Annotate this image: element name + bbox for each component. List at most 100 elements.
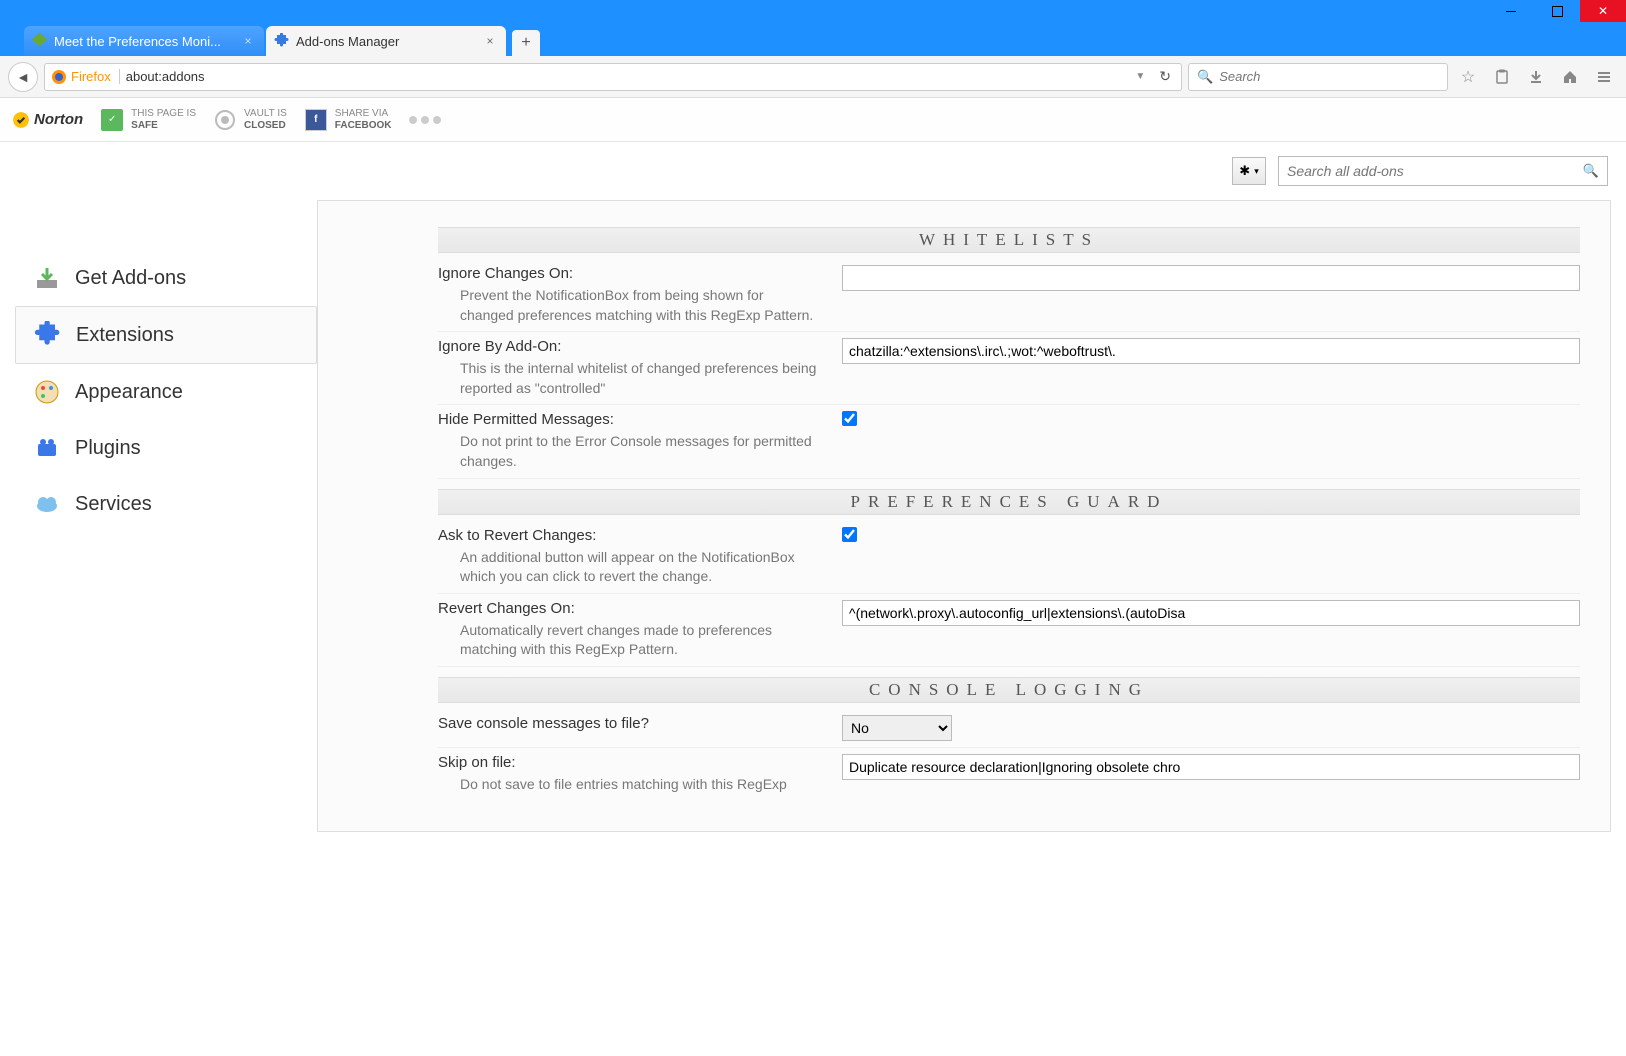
tab-close-button[interactable]: × xyxy=(482,33,498,49)
pref-desc: Automatically revert changes made to pre… xyxy=(438,621,818,660)
window-minimize-button[interactable] xyxy=(1488,0,1534,22)
sidebar-item-appearance[interactable]: Appearance xyxy=(15,364,317,420)
clipboard-icon xyxy=(1494,69,1510,85)
menu-button[interactable] xyxy=(1590,63,1618,91)
norton-logo-text: Norton xyxy=(34,111,83,128)
pref-label: Hide Permitted Messages: xyxy=(438,411,842,428)
tab-label: Add-ons Manager xyxy=(296,34,482,49)
tab-label: Meet the Preferences Moni... xyxy=(54,34,240,49)
pref-label: Revert Changes On: xyxy=(438,600,842,617)
check-icon: ✓ xyxy=(101,109,123,131)
tab-inactive[interactable]: Meet the Preferences Moni... × xyxy=(24,26,264,56)
pref-desc: This is the internal whitelist of change… xyxy=(438,359,818,398)
pref-row-hide-permitted: Hide Permitted Messages: Do not print to… xyxy=(438,405,1580,478)
pref-label: Ask to Revert Changes: xyxy=(438,527,842,544)
revert-on-input[interactable] xyxy=(842,600,1580,626)
vault-icon xyxy=(214,109,236,131)
section-header-console: CONSOLE LOGGING xyxy=(438,677,1580,703)
norton-more-button[interactable] xyxy=(409,116,441,124)
search-icon[interactable]: 🔍 xyxy=(1583,163,1599,179)
pref-desc: Do not print to the Error Console messag… xyxy=(438,432,818,471)
sidebar: Get Add-ons Extensions Appearance Plugin… xyxy=(15,200,317,832)
dropdown-icon: ▾ xyxy=(1254,166,1259,177)
tab-strip: Meet the Preferences Moni... × Add-ons M… xyxy=(0,22,1626,56)
puzzle-icon xyxy=(32,33,48,49)
identity-label: Firefox xyxy=(71,69,120,84)
tab-close-button[interactable]: × xyxy=(240,33,256,49)
sidebar-item-label: Extensions xyxy=(76,324,174,347)
sidebar-item-label: Services xyxy=(75,493,152,516)
palette-icon xyxy=(33,378,61,406)
new-tab-button[interactable]: + xyxy=(512,30,540,56)
tools-gear-button[interactable]: ✱ ▾ xyxy=(1232,157,1266,185)
pref-label: Save console messages to file? xyxy=(438,715,842,732)
pref-desc: Prevent the NotificationBox from being s… xyxy=(438,286,818,325)
pref-row-skip-file: Skip on file: Do not save to file entrie… xyxy=(438,748,1580,801)
hamburger-icon xyxy=(1596,69,1612,85)
pref-label: Skip on file: xyxy=(438,754,842,771)
pref-row-ask-revert: Ask to Revert Changes: An additional but… xyxy=(438,521,1580,594)
puzzle-icon xyxy=(34,321,62,349)
download-icon xyxy=(1528,69,1544,85)
norton-line1: SHARE VIA xyxy=(335,108,392,120)
search-bar[interactable]: 🔍 xyxy=(1188,63,1448,91)
facebook-icon: f xyxy=(305,109,327,131)
home-button[interactable] xyxy=(1556,63,1584,91)
pref-row-ignore-addon: Ignore By Add-On: This is the internal w… xyxy=(438,332,1580,405)
puzzle-icon xyxy=(274,33,290,49)
norton-toolbar: Norton ✓ THIS PAGE IS SAFE VAULT IS CLOS… xyxy=(0,98,1626,142)
norton-vault[interactable]: VAULT IS CLOSED xyxy=(214,108,287,132)
window-close-button[interactable] xyxy=(1580,0,1626,22)
reload-button[interactable]: ↻ xyxy=(1155,68,1175,85)
sidebar-item-extensions[interactable]: Extensions xyxy=(15,306,317,364)
addon-body: Get Add-ons Extensions Appearance Plugin… xyxy=(0,200,1626,832)
addon-search-bar[interactable]: 🔍 xyxy=(1278,156,1608,186)
firefox-icon xyxy=(51,69,67,85)
norton-line1: VAULT IS xyxy=(244,108,287,120)
pref-row-revert-on: Revert Changes On: Automatically revert … xyxy=(438,594,1580,667)
pref-desc: An additional button will appear on the … xyxy=(438,548,818,587)
site-identity[interactable]: Firefox xyxy=(51,69,120,85)
save-file-select[interactable]: No xyxy=(842,715,952,741)
sidebar-item-get-addons[interactable]: Get Add-ons xyxy=(15,250,317,306)
nav-toolbar: ◄ Firefox about:addons ▼ ↻ 🔍 ☆ xyxy=(0,56,1626,98)
url-bar[interactable]: Firefox about:addons ▼ ↻ xyxy=(44,63,1182,91)
pref-label: Ignore By Add-On: xyxy=(438,338,842,355)
pref-label: Ignore Changes On: xyxy=(438,265,842,282)
ignore-changes-input[interactable] xyxy=(842,265,1580,291)
hide-permitted-checkbox[interactable] xyxy=(842,411,857,426)
addon-search-input[interactable] xyxy=(1287,163,1583,179)
norton-line2: FACEBOOK xyxy=(335,120,392,132)
pref-row-save-file: Save console messages to file? No xyxy=(438,709,1580,748)
norton-check-icon xyxy=(12,111,30,129)
back-button[interactable]: ◄ xyxy=(8,62,38,92)
bookmark-star-button[interactable]: ☆ xyxy=(1454,63,1482,91)
pref-row-ignore-changes: Ignore Changes On: Prevent the Notificat… xyxy=(438,259,1580,332)
window-title-bar xyxy=(0,0,1626,22)
preferences-content[interactable]: WHITELISTS Ignore Changes On: Prevent th… xyxy=(317,200,1611,832)
norton-share[interactable]: f SHARE VIA FACEBOOK xyxy=(305,108,392,132)
download-box-icon xyxy=(33,264,61,292)
addon-top-bar: ✱ ▾ 🔍 xyxy=(0,142,1626,200)
norton-line1: THIS PAGE IS xyxy=(131,108,196,120)
norton-logo[interactable]: Norton xyxy=(12,111,83,129)
pref-desc: Do not save to file entries matching wit… xyxy=(438,775,818,795)
tab-active[interactable]: Add-ons Manager × xyxy=(266,26,506,56)
lego-icon xyxy=(33,434,61,462)
ignore-addon-input[interactable] xyxy=(842,338,1580,364)
norton-page-safe[interactable]: ✓ THIS PAGE IS SAFE xyxy=(101,108,196,132)
downloads-button[interactable] xyxy=(1522,63,1550,91)
ask-revert-checkbox[interactable] xyxy=(842,527,857,542)
window-maximize-button[interactable] xyxy=(1534,0,1580,22)
section-header-guard: PREFERENCES GUARD xyxy=(438,489,1580,515)
url-dropdown-icon[interactable]: ▼ xyxy=(1131,71,1149,82)
norton-line2: SAFE xyxy=(131,120,196,132)
home-icon xyxy=(1562,69,1578,85)
skip-file-input[interactable] xyxy=(842,754,1580,780)
search-input[interactable] xyxy=(1219,69,1439,84)
clipboard-button[interactable] xyxy=(1488,63,1516,91)
url-text: about:addons xyxy=(126,69,1126,84)
sidebar-item-plugins[interactable]: Plugins xyxy=(15,420,317,476)
norton-line2: CLOSED xyxy=(244,120,287,132)
sidebar-item-services[interactable]: Services xyxy=(15,476,317,532)
